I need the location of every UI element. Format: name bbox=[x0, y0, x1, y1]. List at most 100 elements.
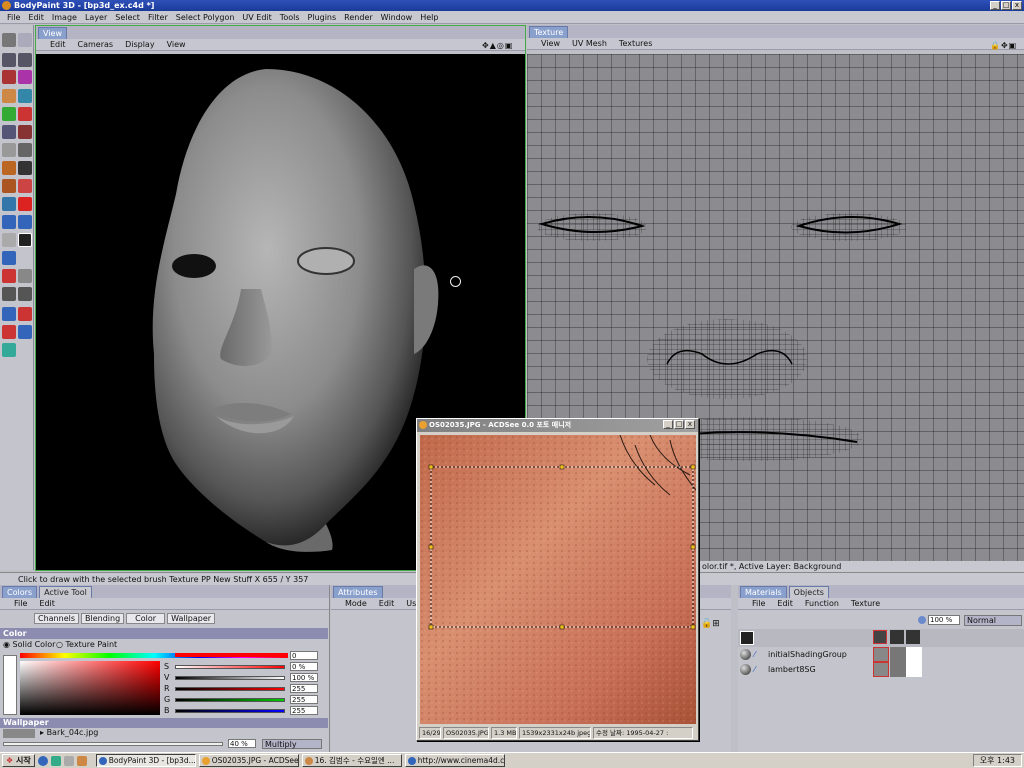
v-slider[interactable] bbox=[175, 676, 285, 680]
checker-b-icon[interactable] bbox=[18, 287, 32, 301]
minimize-button[interactable]: _ bbox=[990, 1, 1000, 10]
attr-menu-edit[interactable]: Edit bbox=[373, 598, 401, 609]
subtab-blending[interactable]: Blending bbox=[81, 613, 125, 624]
view-menu-view[interactable]: View bbox=[161, 39, 192, 50]
acdsee-window[interactable]: OS02035.JPG - ACDSee 0.0 포토 매니저 _ □ x 16… bbox=[416, 418, 699, 741]
blend-mode-select[interactable]: Multiply bbox=[262, 739, 322, 749]
close-button[interactable]: x bbox=[1012, 1, 1022, 10]
scale-icon[interactable] bbox=[18, 307, 32, 321]
task-bodypaint[interactable]: BodyPaint 3D - [bp3d... bbox=[95, 754, 196, 767]
redo-icon[interactable] bbox=[18, 53, 32, 67]
hide-icon[interactable] bbox=[2, 233, 16, 247]
color-picker-icon[interactable] bbox=[18, 197, 32, 211]
menu-render[interactable]: Render bbox=[340, 11, 376, 23]
menu-window[interactable]: Window bbox=[377, 11, 417, 23]
skin-photo[interactable] bbox=[420, 435, 696, 724]
material-1-color[interactable] bbox=[873, 647, 889, 662]
checker-icon[interactable] bbox=[18, 269, 32, 283]
menu-select[interactable]: Select bbox=[111, 11, 144, 23]
start-button[interactable]: ❖ 시작 bbox=[2, 754, 35, 767]
g-slider[interactable] bbox=[175, 698, 285, 702]
tab-colors[interactable]: Colors bbox=[2, 586, 38, 598]
view-nav-icons[interactable]: ✥▲◎▣ bbox=[482, 41, 524, 51]
colors-menu-edit[interactable]: Edit bbox=[33, 598, 61, 609]
channel-c-icon[interactable] bbox=[873, 630, 887, 644]
tab-materials[interactable]: Materials bbox=[740, 586, 787, 598]
wallpaper-file[interactable]: ▸ Bark_04c.jpg bbox=[40, 728, 98, 737]
menu-help[interactable]: Help bbox=[416, 11, 442, 23]
mat-menu-file[interactable]: File bbox=[746, 598, 771, 609]
menu-file[interactable]: File bbox=[3, 11, 24, 23]
menu-edit[interactable]: Edit bbox=[24, 11, 48, 23]
tab-view[interactable]: View bbox=[38, 27, 67, 39]
h-value[interactable]: 0 bbox=[290, 651, 318, 660]
outlook-quicklaunch-icon[interactable] bbox=[50, 755, 61, 766]
saturation-value-field[interactable] bbox=[20, 661, 160, 715]
acdsee-minimize-button[interactable]: _ bbox=[663, 420, 673, 429]
layer-opacity[interactable]: 100 % bbox=[928, 615, 960, 625]
media-quicklaunch-icon[interactable] bbox=[76, 755, 87, 766]
task-acdsee[interactable]: OS02035.JPG - ACDSee ... bbox=[198, 754, 299, 767]
material-1-ch2[interactable] bbox=[890, 647, 906, 662]
view-menu-display[interactable]: Display bbox=[119, 39, 161, 50]
tab-attributes[interactable]: Attributes bbox=[333, 586, 383, 598]
menu-tools[interactable]: Tools bbox=[276, 11, 304, 23]
tab-texture[interactable]: Texture bbox=[529, 26, 569, 38]
channel-r-icon[interactable] bbox=[890, 630, 904, 644]
rotate-alt-icon[interactable] bbox=[18, 325, 32, 339]
pointer-icon[interactable] bbox=[2, 307, 16, 321]
burn-icon[interactable] bbox=[18, 179, 32, 193]
lasso-icon[interactable] bbox=[18, 143, 32, 157]
tab-objects[interactable]: Objects bbox=[788, 586, 829, 598]
desktop-quicklaunch-icon[interactable] bbox=[63, 755, 74, 766]
menu-layer[interactable]: Layer bbox=[81, 11, 111, 23]
view-menu-edit[interactable]: Edit bbox=[44, 39, 72, 50]
material-1-ch3[interactable] bbox=[906, 647, 922, 662]
menu-filter[interactable]: Filter bbox=[144, 11, 172, 23]
select-edge-icon[interactable] bbox=[18, 215, 32, 229]
acdsee-close-button[interactable]: x bbox=[685, 420, 695, 429]
undo-icon[interactable] bbox=[2, 53, 16, 67]
attr-menu-mode[interactable]: Mode bbox=[339, 598, 373, 609]
mat-menu-function[interactable]: Function bbox=[799, 598, 845, 609]
dodge-icon[interactable] bbox=[2, 179, 16, 193]
subtab-channels[interactable]: Channels bbox=[34, 613, 80, 624]
task-music[interactable]: 16. 김범수 - 수요일엔 ... bbox=[301, 754, 402, 767]
menu-uv-edit[interactable]: UV Edit bbox=[238, 11, 275, 23]
material-row-2[interactable]: ⁄ lambert8SG bbox=[738, 662, 1024, 677]
brush-icon[interactable] bbox=[2, 89, 16, 103]
mask-icon[interactable] bbox=[18, 233, 32, 247]
s-value[interactable]: 0 % bbox=[290, 662, 318, 671]
task-browser[interactable]: http://www.cinema4d.co... bbox=[404, 754, 505, 767]
h-slider[interactable] bbox=[175, 653, 285, 657]
r-slider[interactable] bbox=[175, 687, 285, 691]
texture-menu-textures[interactable]: Textures bbox=[613, 38, 658, 49]
maximize-button[interactable]: □ bbox=[1001, 1, 1011, 10]
mat-menu-edit[interactable]: Edit bbox=[771, 598, 799, 609]
menu-image[interactable]: Image bbox=[48, 11, 81, 23]
transform-icon[interactable] bbox=[18, 161, 32, 175]
b-value[interactable]: 255 bbox=[290, 706, 318, 715]
uv-icon[interactable] bbox=[18, 33, 32, 47]
pencil-icon[interactable] bbox=[2, 107, 16, 121]
layer-blend-select[interactable]: Normal bbox=[964, 615, 1022, 626]
material-row-1[interactable]: ⁄ initialShadingGroup bbox=[738, 647, 1024, 662]
wallpaper-opacity-slider[interactable] bbox=[3, 742, 223, 746]
channel-icon[interactable] bbox=[2, 269, 16, 283]
select-poly-icon[interactable] bbox=[2, 215, 16, 229]
menu-plugins[interactable]: Plugins bbox=[304, 11, 341, 23]
layout-icon[interactable] bbox=[2, 33, 16, 47]
s-slider[interactable] bbox=[175, 665, 285, 669]
wallpaper-opacity[interactable]: 40 % bbox=[228, 739, 256, 748]
texture-menu-view[interactable]: View bbox=[535, 38, 566, 49]
fill-icon[interactable] bbox=[18, 89, 32, 103]
b-slider[interactable] bbox=[175, 709, 285, 713]
mat-menu-texture[interactable]: Texture bbox=[845, 598, 886, 609]
mode-texture-radio[interactable]: ○ Texture Paint bbox=[56, 640, 117, 649]
g-value[interactable]: 255 bbox=[290, 695, 318, 704]
texture-menu-uvmesh[interactable]: UV Mesh bbox=[566, 38, 613, 49]
tab-active-tool[interactable]: Active Tool bbox=[39, 586, 92, 598]
material-2-ch2[interactable] bbox=[890, 662, 906, 677]
eyedropper-icon[interactable] bbox=[2, 197, 16, 211]
color-swatch[interactable] bbox=[3, 655, 17, 715]
